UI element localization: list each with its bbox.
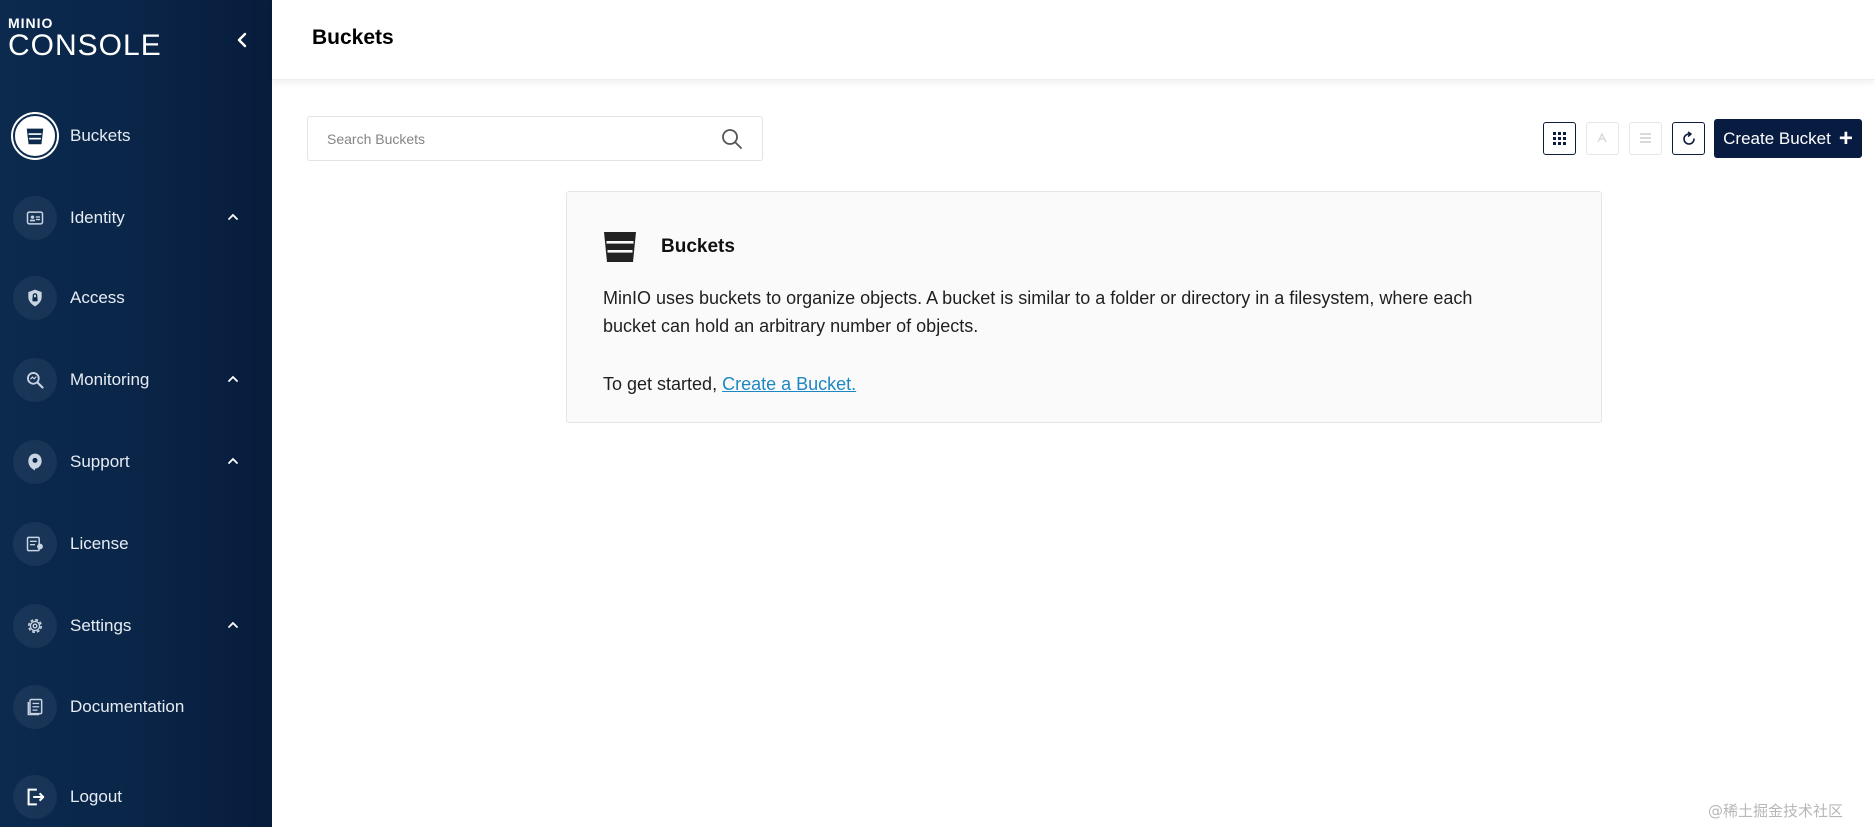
card-description: MinIO uses buckets to organize objects. … [603, 288, 1473, 336]
logo-brand-small: MINIO [8, 15, 54, 31]
gear-icon [13, 604, 57, 648]
replication-icon [1597, 132, 1607, 143]
documentation-icon [13, 685, 57, 729]
plus-icon: + [1838, 124, 1853, 152]
minio-console-logo[interactable]: MINIO CONSOLE [8, 16, 178, 62]
card-cta: To get started, Create a Bucket. [603, 370, 856, 398]
sidebar-item-label: Identity [70, 208, 125, 227]
sidebar-item-buckets[interactable]: Buckets [0, 108, 272, 164]
select-multiple-button[interactable] [1543, 122, 1576, 155]
search-icon[interactable] [720, 127, 744, 151]
chevron-up-icon[interactable] [226, 618, 240, 632]
cta-prefix: To get started, [603, 374, 723, 394]
search-box [307, 116, 763, 161]
sidebar-item-label: License [70, 534, 129, 553]
sidebar-item-documentation[interactable]: Documentation [0, 679, 272, 735]
sidebar-item-label: Logout [70, 787, 122, 806]
refresh-icon [1682, 130, 1695, 145]
lifecycle-icon [1640, 133, 1651, 143]
sidebar-item-monitoring[interactable]: Monitoring [0, 352, 272, 408]
sidebar-item-license[interactable]: License [0, 516, 272, 572]
chevron-up-icon[interactable] [226, 454, 240, 468]
set-replication-button[interactable] [1586, 122, 1619, 155]
sidebar-item-label: Documentation [70, 697, 185, 716]
sidebar-item-access[interactable]: Access [0, 270, 272, 326]
watermark: @稀土掘金技术社区 [1708, 802, 1844, 820]
logout-icon [13, 775, 57, 819]
sidebar-item-label: Access [70, 288, 125, 307]
grid-icon [1553, 132, 1566, 145]
lock-shield-icon [13, 276, 57, 320]
create-bucket-label: Create Bucket [1723, 128, 1831, 148]
sidebar-item-label: Monitoring [70, 370, 150, 389]
sidebar-item-identity[interactable]: Identity [0, 190, 272, 246]
refresh-button[interactable] [1672, 122, 1705, 155]
create-bucket-button[interactable]: Create Bucket + [1714, 119, 1862, 158]
sidebar-item-support[interactable]: Support [0, 434, 272, 490]
bucket-icon [604, 232, 636, 262]
support-icon [13, 440, 57, 484]
collapse-sidebar-button[interactable] [230, 28, 254, 52]
sidebar: MINIO CONSOLE Buckets Identity Access Mo… [0, 0, 272, 827]
license-icon [13, 522, 57, 566]
chevron-up-icon[interactable] [226, 372, 240, 386]
chevron-up-icon[interactable] [226, 210, 240, 224]
search-input[interactable] [308, 117, 708, 160]
sidebar-item-label: Settings [70, 616, 132, 635]
chevron-left-icon [237, 32, 247, 48]
buckets-info-card: Buckets MinIO uses buckets to organize o… [566, 191, 1602, 423]
sidebar-item-label: Support [70, 452, 130, 471]
page-header: Buckets [272, 0, 1875, 80]
page-title: Buckets [312, 26, 394, 49]
bucket-icon [13, 114, 57, 158]
create-bucket-link[interactable]: Create a Bucket. [722, 374, 856, 394]
logo-brand-big: CONSOLE [8, 29, 162, 62]
card-title: Buckets [661, 236, 735, 257]
set-lifecycle-button[interactable] [1629, 122, 1662, 155]
sidebar-item-settings[interactable]: Settings [0, 598, 272, 654]
monitoring-search-icon [13, 358, 57, 402]
id-card-icon [13, 196, 57, 240]
sidebar-item-logout[interactable]: Logout [0, 769, 272, 825]
sidebar-item-label: Buckets [70, 126, 131, 145]
